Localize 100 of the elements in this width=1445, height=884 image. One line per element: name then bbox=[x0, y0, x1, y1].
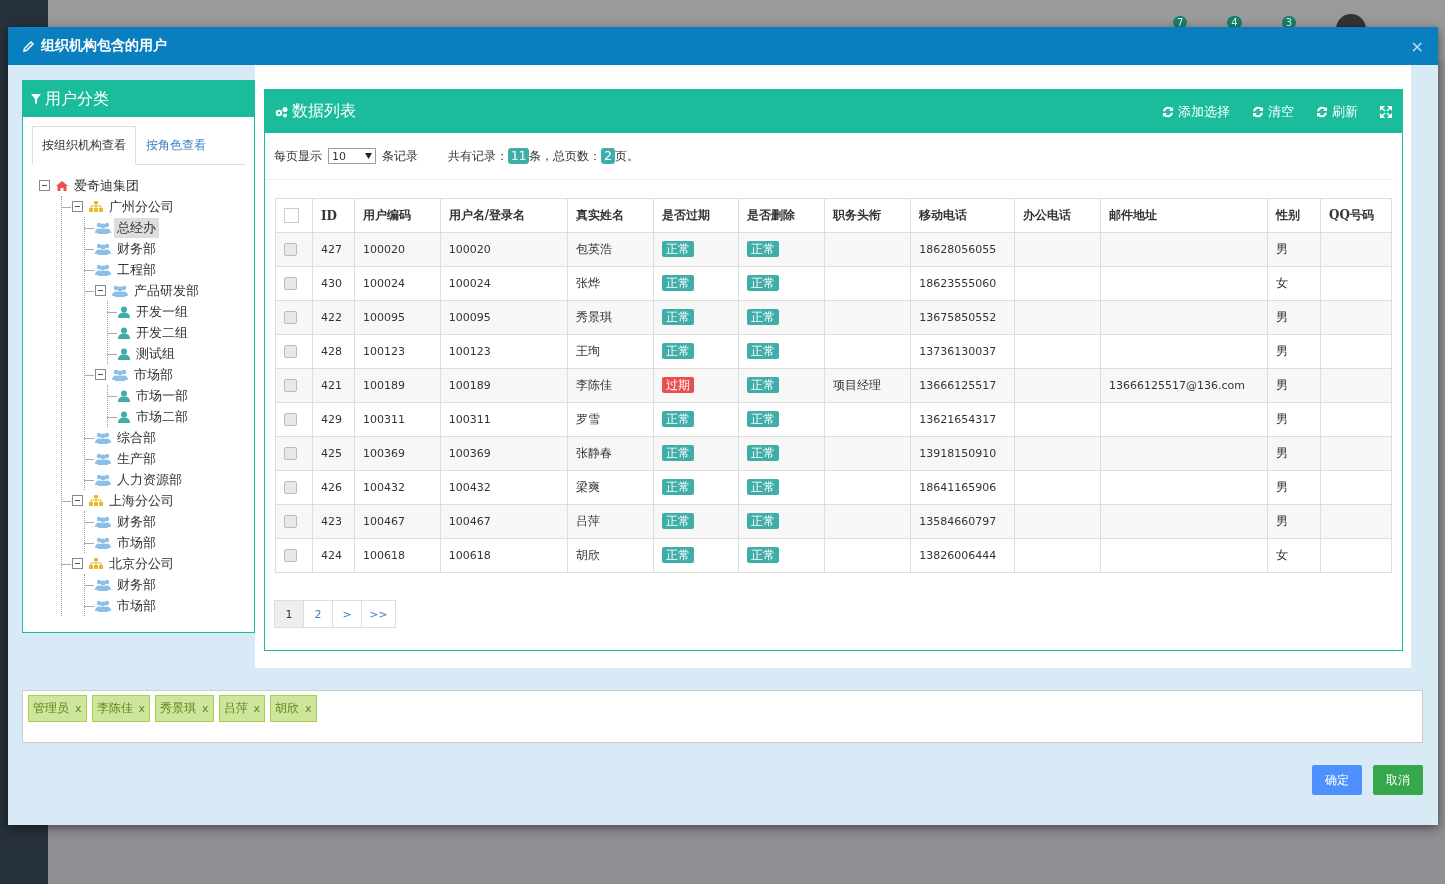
users-icon bbox=[95, 578, 111, 591]
page-link[interactable]: 2 bbox=[303, 600, 333, 628]
table-cell: 100189 bbox=[440, 368, 568, 403]
refresh-icon bbox=[1162, 105, 1174, 118]
page-link[interactable]: > bbox=[332, 600, 362, 628]
panel-title: 用户分类 bbox=[45, 88, 109, 110]
table-cell: 425 bbox=[312, 436, 355, 471]
select-all-checkbox[interactable] bbox=[284, 208, 299, 223]
table-cell: 13584660797 bbox=[910, 504, 1015, 539]
table-cell: 李陈佳 bbox=[567, 368, 654, 403]
tree-item[interactable]: 爱奇迪集团 bbox=[71, 175, 142, 196]
user-icon bbox=[118, 410, 130, 423]
status-label: 正常 bbox=[747, 411, 780, 427]
tree-item[interactable]: 生产部 bbox=[114, 448, 159, 469]
page-link[interactable]: 1 bbox=[274, 600, 304, 628]
status-label: 正常 bbox=[661, 547, 694, 563]
row-checkbox[interactable] bbox=[284, 277, 297, 290]
column-header: 性别 bbox=[1267, 198, 1321, 233]
sitemap-icon bbox=[89, 558, 103, 569]
tree-item[interactable]: 开发一组 bbox=[133, 301, 191, 322]
table-cell: 13666125517@136.com bbox=[1100, 368, 1268, 403]
status-label: 正常 bbox=[661, 309, 694, 325]
table-cell: 421 bbox=[312, 368, 355, 403]
row-checkbox[interactable] bbox=[284, 379, 297, 392]
table-cell: 100311 bbox=[354, 402, 441, 437]
table-cell: 100189 bbox=[354, 368, 441, 403]
column-header: 邮件地址 bbox=[1100, 198, 1268, 233]
table-cell: 100311 bbox=[440, 402, 568, 437]
table-cell: 100467 bbox=[354, 504, 441, 539]
count-badge: 2 bbox=[601, 148, 615, 164]
status-label: 正常 bbox=[747, 343, 780, 359]
tree-item[interactable]: 市场部 bbox=[114, 532, 159, 553]
collapse-icon[interactable] bbox=[95, 285, 106, 296]
table-cell: 100024 bbox=[440, 266, 568, 301]
table-cell: 100095 bbox=[354, 300, 441, 335]
tree-item[interactable]: 市场一部 bbox=[133, 385, 191, 406]
tree-item[interactable]: 市场部 bbox=[131, 364, 176, 385]
table-cell: 100369 bbox=[440, 436, 568, 471]
collapse-icon[interactable] bbox=[95, 369, 106, 380]
tree-item[interactable]: 市场二部 bbox=[133, 406, 191, 427]
table-cell: 100095 bbox=[440, 300, 568, 335]
table-cell: 100024 bbox=[354, 266, 441, 301]
tree-item[interactable]: 综合部 bbox=[114, 427, 159, 448]
table-cell: 男 bbox=[1267, 470, 1321, 505]
row-checkbox[interactable] bbox=[284, 311, 297, 324]
row-checkbox[interactable] bbox=[284, 345, 297, 358]
table-cell: 梁爽 bbox=[567, 470, 654, 505]
collapse-icon[interactable] bbox=[72, 201, 83, 212]
tree-item[interactable]: 上海分公司 bbox=[106, 490, 177, 511]
collapse-icon[interactable] bbox=[39, 180, 50, 191]
tree-item[interactable]: 广州分公司 bbox=[106, 196, 177, 217]
tree-item[interactable]: 产品研发部 bbox=[131, 280, 202, 301]
row-checkbox[interactable] bbox=[284, 515, 297, 528]
tree-item[interactable]: 总经办 bbox=[114, 217, 159, 238]
row-checkbox[interactable] bbox=[284, 481, 297, 494]
page-link[interactable]: >> bbox=[361, 600, 396, 628]
tree-item[interactable]: 人力资源部 bbox=[114, 469, 185, 490]
row-checkbox[interactable] bbox=[284, 549, 297, 562]
tree-item[interactable]: 财务部 bbox=[114, 238, 159, 259]
fullscreen-button[interactable] bbox=[1380, 105, 1392, 118]
table-cell: 秀景琪 bbox=[567, 300, 654, 335]
tree-item[interactable]: 财务部 bbox=[114, 574, 159, 595]
column-header: 是否过期 bbox=[653, 198, 739, 233]
user-icon bbox=[118, 389, 130, 402]
status-label: 正常 bbox=[747, 241, 780, 257]
table-cell: 13736130037 bbox=[910, 334, 1015, 369]
tag-label: 李陈佳 bbox=[96, 700, 133, 717]
row-checkbox[interactable] bbox=[284, 413, 297, 426]
table-cell: 100020 bbox=[354, 232, 441, 267]
page-size-select[interactable]: 10 bbox=[328, 148, 376, 164]
tree-item[interactable]: 财务部 bbox=[114, 511, 159, 532]
row-checkbox[interactable] bbox=[284, 447, 297, 460]
summary-label: 页。 bbox=[614, 147, 639, 165]
row-checkbox[interactable] bbox=[284, 243, 297, 256]
tree-item[interactable]: 测试组 bbox=[133, 343, 178, 364]
users-icon bbox=[95, 515, 111, 528]
tree-item[interactable]: 市场部 bbox=[114, 595, 159, 616]
table-cell: 13675850552 bbox=[910, 300, 1015, 335]
tag-label: 秀景琪 bbox=[160, 700, 197, 717]
collapse-icon[interactable] bbox=[72, 495, 83, 506]
tag-label: 管理员 bbox=[33, 700, 69, 717]
tab[interactable]: 按组织机构查看 bbox=[32, 126, 136, 165]
refresh-icon bbox=[1252, 105, 1264, 118]
table-cell: 男 bbox=[1267, 368, 1321, 403]
pencil-icon bbox=[22, 39, 35, 53]
status-label: 正常 bbox=[747, 513, 780, 529]
collapse-icon[interactable] bbox=[72, 558, 83, 569]
table-cell: 100467 bbox=[440, 504, 568, 539]
column-header: 用户名/登录名 bbox=[440, 198, 568, 233]
tab[interactable]: 按角色查看 bbox=[136, 126, 216, 165]
table-cell: 100020 bbox=[440, 232, 568, 267]
tree-item[interactable]: 开发二组 bbox=[133, 322, 191, 343]
tree-item[interactable]: 工程部 bbox=[114, 259, 159, 280]
tree-item[interactable]: 北京分公司 bbox=[106, 553, 177, 574]
field-label: 条记录 bbox=[382, 147, 418, 165]
summary-label: 共有记录： bbox=[448, 147, 508, 165]
column-header: 职务头衔 bbox=[824, 198, 911, 233]
users-icon bbox=[112, 368, 128, 381]
panel-title: 数据列表 bbox=[292, 101, 357, 122]
table-cell: 100618 bbox=[440, 538, 568, 573]
